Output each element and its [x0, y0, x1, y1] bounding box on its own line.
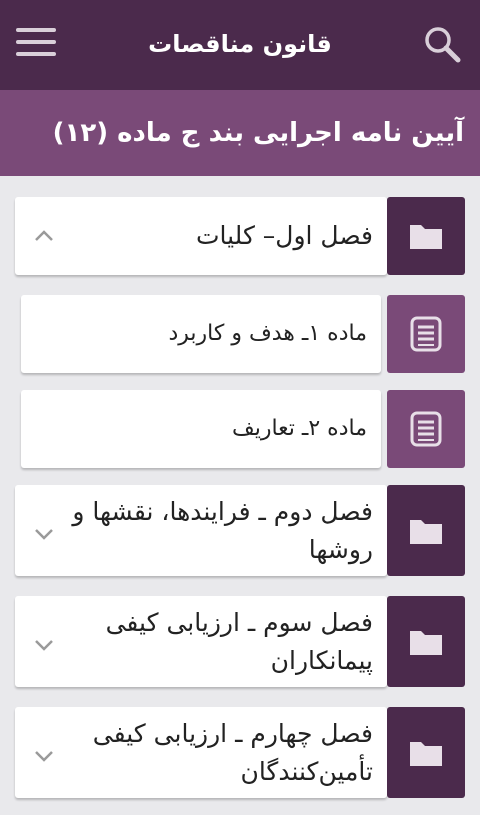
list-item-chapter-1[interactable]: فصل اول– کلیات	[15, 197, 465, 275]
section-header: آیین نامه اجرایی بند ج ماده (۱۲)	[0, 90, 480, 176]
list-item-article-2[interactable]: ماده ۲ـ تعاریف	[15, 390, 465, 468]
document-icon	[410, 316, 442, 352]
article-label: ماده ۲ـ تعاریف	[231, 416, 367, 441]
search-icon[interactable]	[422, 24, 462, 64]
list-item-article-1[interactable]: ماده ۱ـ هدف و کاربرد	[15, 295, 465, 373]
list-item-chapter-4[interactable]: فصل چهارم ـ ارزیابی کیفی تأمین‌کنندگان	[15, 707, 465, 798]
chapter-label: فصل دوم ـ فرایندها، نقشها و روشها	[72, 496, 373, 564]
article-label-box: ماده ۱ـ هدف و کاربرد	[21, 295, 381, 373]
chevron-down-icon[interactable]	[33, 527, 55, 541]
chapter-label-box: فصل دوم ـ فرایندها، نقشها و روشها	[15, 485, 387, 576]
chapter-label: فصل سوم ـ ارزیابی کیفی پیمانکاران	[105, 607, 373, 675]
app-title: قانون مناقصات	[148, 30, 332, 58]
folder-icon	[410, 225, 442, 249]
chapter-label: فصل اول– کلیات	[195, 221, 373, 250]
folder-icon	[410, 630, 442, 655]
list-item-chapter-2[interactable]: فصل دوم ـ فرایندها، نقشها و روشها	[15, 485, 465, 576]
chapter-label-box: فصل سوم ـ ارزیابی کیفی پیمانکاران	[15, 596, 387, 687]
app-bar: قانون مناقصات	[0, 0, 480, 90]
chapter-label: فصل چهارم ـ ارزیابی کیفی تأمین‌کنندگان	[92, 718, 373, 786]
document-icon-tile	[387, 295, 465, 373]
document-icon-tile	[387, 390, 465, 468]
section-title: آیین نامه اجرایی بند ج ماده (۱۲)	[52, 118, 464, 148]
chapter-label-box: فصل چهارم ـ ارزیابی کیفی تأمین‌کنندگان	[15, 707, 387, 798]
content-list: فصل اول– کلیات ماده ۱ـ هدف و کاربرد ماده…	[0, 176, 480, 815]
folder-icon-tile	[387, 596, 465, 687]
folder-icon	[410, 741, 442, 766]
document-icon	[410, 411, 442, 447]
folder-icon	[410, 519, 442, 544]
chevron-up-icon[interactable]	[33, 229, 55, 243]
article-label-box: ماده ۲ـ تعاریف	[21, 390, 381, 468]
chevron-down-icon[interactable]	[33, 749, 55, 763]
hamburger-menu-icon[interactable]	[16, 28, 56, 60]
folder-icon-tile	[387, 197, 465, 275]
chapter-label-box: فصل اول– کلیات	[15, 197, 387, 275]
article-label: ماده ۱ـ هدف و کاربرد	[168, 321, 367, 346]
folder-icon-tile	[387, 707, 465, 798]
folder-icon-tile	[387, 485, 465, 576]
list-item-chapter-3[interactable]: فصل سوم ـ ارزیابی کیفی پیمانکاران	[15, 596, 465, 687]
chevron-down-icon[interactable]	[33, 638, 55, 652]
